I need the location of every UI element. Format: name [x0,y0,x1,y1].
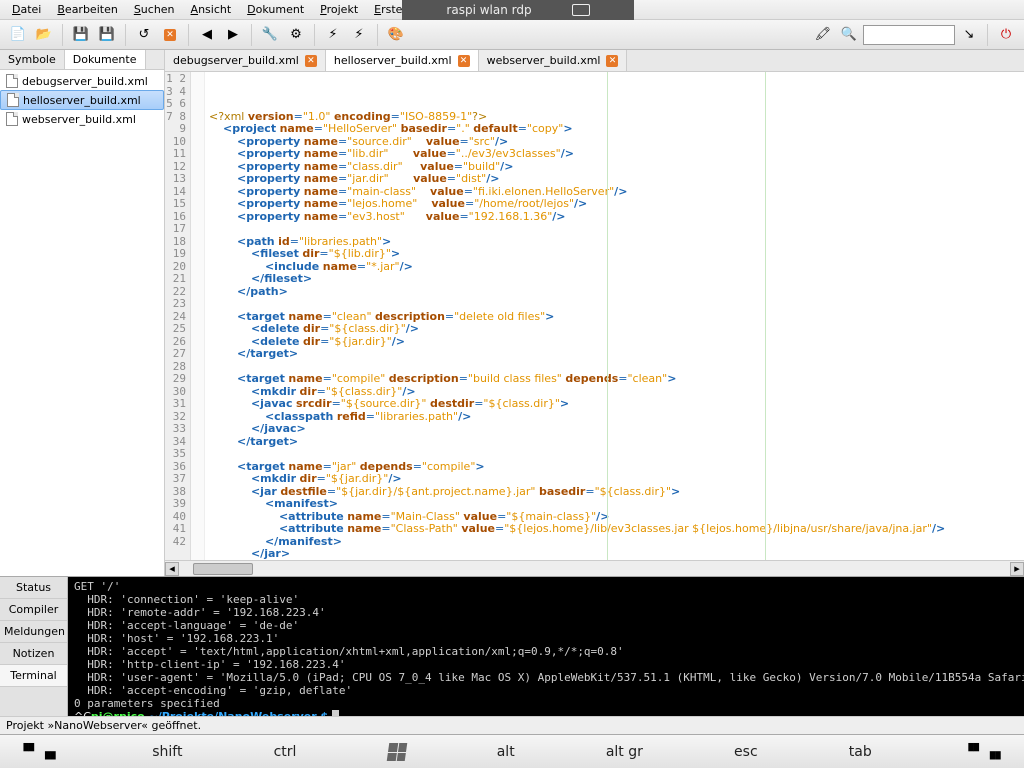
file-item[interactable]: helloserver_build.xml [0,90,164,110]
document-icon [6,74,18,88]
bottom-tab-compiler[interactable]: Compiler [0,599,67,621]
find-button[interactable]: 🔍 [837,23,861,47]
menu-datei[interactable]: Datei [4,1,49,18]
file-item-label: debugserver_build.xml [22,75,148,88]
rdp-session-title: raspi wlan rdp [446,3,531,17]
save-all-button[interactable]: 💾 [95,23,119,47]
menu-projekt[interactable]: Projekt [312,1,366,18]
sidebar: SymboleDokumente debugserver_build.xmlhe… [0,50,165,576]
editor-tabs: debugserver_build.xml✕helloserver_build.… [165,50,1024,72]
bottom-tab-notizen[interactable]: Notizen [0,643,67,665]
quit-button[interactable]: ⏻ [994,23,1018,47]
editor-tab[interactable]: webserver_build.xml ✕ [479,50,628,71]
keyboard-right-icon[interactable]: ▝▘▗▖ [963,744,1006,760]
file-item[interactable]: webserver_build.xml [0,110,164,128]
reload-button[interactable]: ↺ [132,23,156,47]
status-bar: Projekt »NanoWebserver« geöffnet. [0,716,1024,734]
highlight-button[interactable]: 🖍 [811,23,835,47]
keyboard-left-icon[interactable]: ▝▘▗▖ [18,744,61,760]
osk-shift[interactable]: shift [152,744,182,760]
sidebar-tabs: SymboleDokumente [0,50,164,70]
editor-tab-label: debugserver_build.xml [173,54,299,67]
run-button[interactable]: ⚡ [321,23,345,47]
fold-gutter[interactable] [191,72,205,560]
close-icon[interactable]: ✕ [305,55,317,67]
build-button[interactable]: 🔧 [258,23,282,47]
keyboard-icon[interactable] [572,4,590,16]
nav-forward-button[interactable]: ▶ [221,23,245,47]
sidebar-tab-symbole[interactable]: Symbole [0,50,65,69]
main-toolbar: 📄 📂 💾 💾 ↺ ✕ ◀ ▶ 🔧 ⚙ ⚡ ⚡ 🎨 🖍 🔍 ↘ ⏻ [0,20,1024,50]
goto-line-button[interactable]: ↘ [957,23,981,47]
menu-bearbeiten[interactable]: Bearbeiten [49,1,125,18]
editor-tab[interactable]: debugserver_build.xml ✕ [165,50,326,71]
close-icon[interactable]: ✕ [458,55,470,67]
osk-altgr[interactable]: alt gr [606,744,643,760]
bottom-tab-terminal[interactable]: Terminal [0,665,67,687]
document-icon [7,93,19,107]
windows-key-icon[interactable] [386,743,407,761]
new-file-button[interactable]: 📄 [6,23,30,47]
bottom-tab-status[interactable]: Status [0,577,67,599]
virtual-keyboard-bar: ▝▘▗▖ shift ctrl alt alt gr esc tab ▝▘▗▖ [0,734,1024,768]
file-item[interactable]: debugserver_build.xml [0,72,164,90]
color-picker-button[interactable]: 🎨 [384,23,408,47]
save-button[interactable]: 💾 [69,23,93,47]
editor-tab-label: webserver_build.xml [487,54,601,67]
file-item-label: webserver_build.xml [22,113,136,126]
close-doc-button[interactable]: ✕ [158,23,182,47]
menu-ansicht[interactable]: Ansicht [183,1,240,18]
osk-tab[interactable]: tab [849,744,872,760]
osk-alt[interactable]: alt [497,744,515,760]
open-file-button[interactable]: 📂 [32,23,56,47]
code-editor[interactable]: <?xml version="1.0" encoding="ISO-8859-1… [205,72,1024,560]
bottom-panel-tabs: StatusCompilerMeldungenNotizenTerminal [0,577,68,716]
editor-tab[interactable]: helloserver_build.xml ✕ [326,50,479,71]
terminal-output[interactable]: GET '/' HDR: 'connection' = 'keep-alive'… [68,577,1024,716]
document-list: debugserver_build.xml helloserver_build.x… [0,70,164,576]
rdp-session-titlebar: raspi wlan rdp [402,0,634,20]
line-number-gutter: 1 2 3 4 5 6 7 8 9 10 11 12 13 14 15 16 1… [165,72,191,560]
search-input[interactable] [863,25,955,45]
osk-ctrl[interactable]: ctrl [274,744,297,760]
bottom-tab-meldungen[interactable]: Meldungen [0,621,67,643]
osk-esc[interactable]: esc [734,744,758,760]
build-all-button[interactable]: ⚙ [284,23,308,47]
menu-suchen[interactable]: Suchen [126,1,183,18]
run-2-button[interactable]: ⚡ [347,23,371,47]
editor-tab-label: helloserver_build.xml [334,54,452,67]
bottom-panel: StatusCompilerMeldungenNotizenTerminal G… [0,576,1024,716]
close-icon[interactable]: ✕ [606,55,618,67]
menu-dokument[interactable]: Dokument [239,1,312,18]
file-item-label: helloserver_build.xml [23,94,141,107]
nav-back-button[interactable]: ◀ [195,23,219,47]
editor-area: debugserver_build.xml✕helloserver_build.… [165,50,1024,576]
document-icon [6,112,18,126]
status-text: Projekt »NanoWebserver« geöffnet. [6,719,201,732]
horizontal-scrollbar[interactable]: ◂▸ [165,560,1024,576]
sidebar-tab-dokumente[interactable]: Dokumente [65,50,146,69]
